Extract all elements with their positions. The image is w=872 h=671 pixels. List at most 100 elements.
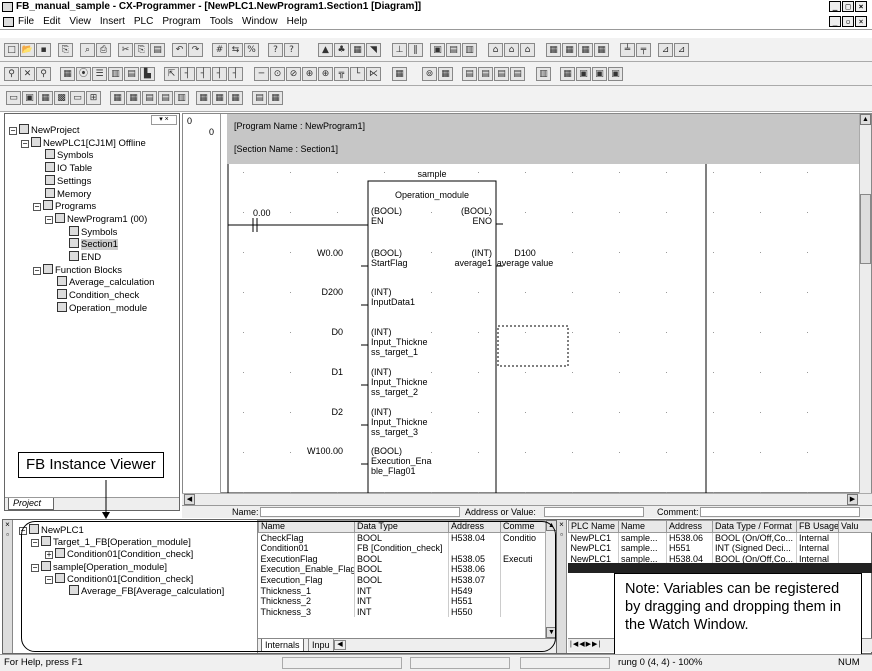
table-row[interactable]: CheckFlag BOOL H538.04 Conditio	[258, 532, 547, 544]
table-row[interactable]: Execution_Flag BOOL H538.07	[258, 574, 547, 586]
fb-tree-item-label: Target_1_FB[Operation_module]	[53, 537, 191, 549]
watch-table: PLC Name Name Address Data Type / Format FB …	[568, 520, 872, 565]
table-row[interactable]: Condition01 FB [Condition_check]	[258, 543, 547, 554]
table-cell: CheckFlag	[258, 532, 355, 544]
table-cell	[500, 606, 547, 618]
table-cell: Thickness_3	[258, 606, 355, 618]
fb-icon	[41, 536, 51, 547]
table-cell	[500, 585, 547, 597]
fb-variables-table: Name Data Type Address Comme CheckFlag BOOL H5…	[258, 520, 547, 618]
fb-tree-item-label: NewPLC1	[41, 525, 84, 536]
table-cell	[838, 532, 872, 544]
fb-icon	[41, 560, 51, 571]
tree-expander[interactable]: −	[31, 539, 39, 548]
table-row[interactable]: Execution_Enable_Flag BOOL H538.06	[258, 564, 547, 575]
column-header[interactable]: FB Usage	[796, 520, 839, 533]
column-header[interactable]: Name	[258, 520, 355, 533]
fb-instance-viewer: × ▫ − NewPLC1− Target_1_FB[Operation_module…	[2, 519, 558, 654]
tree-expander[interactable]: −	[31, 563, 39, 572]
fb-table-tabs: Internals Inpu ◀	[258, 638, 558, 653]
status-num: NUM	[838, 657, 860, 668]
table-cell: Internal	[796, 543, 839, 554]
fb-variables-panel: Name Data Type Address Comme CheckFlag BOOL H5…	[257, 520, 558, 653]
status-rung: rung 0 (4, 4) - 100%	[618, 657, 703, 668]
column-header[interactable]: Address	[666, 520, 713, 533]
table-cell: Thickness_1	[258, 585, 355, 597]
tree-expander[interactable]: −	[19, 527, 27, 535]
fb-tree-item[interactable]: + Condition01[Condition_check]	[45, 548, 193, 561]
table-cell: H550	[448, 606, 501, 618]
fb-tree-item[interactable]: − Condition01[Condition_check]	[45, 572, 194, 586]
table-row[interactable]: ExecutionFlag BOOL H538.05 Executi	[258, 553, 547, 565]
fb-tree-item-label: Condition01[Condition_check]	[67, 573, 194, 585]
table-cell: INT	[354, 585, 449, 597]
fb-icon	[55, 548, 65, 559]
table-cell: Conditio	[500, 532, 547, 544]
table-cell	[838, 543, 872, 554]
table-cell: BOOL	[354, 532, 449, 544]
table-cell: Executi	[500, 553, 547, 565]
fb-icon	[55, 572, 65, 583]
tree-expander[interactable]: −	[45, 575, 53, 584]
watch-gripper[interactable]: × ▫	[557, 520, 567, 653]
table-cell: INT (Signed Deci...	[712, 543, 797, 554]
tab-scroll-left[interactable]: ◀	[334, 640, 346, 650]
tree-expander[interactable]: +	[45, 551, 53, 560]
table-cell: H538.06	[666, 532, 713, 544]
table-cell: H538.04	[448, 532, 501, 544]
table-cell	[500, 543, 547, 554]
table-cell: BOOL	[354, 574, 449, 586]
fb-tree-item[interactable]: Average_FB[Average_calculation]	[69, 585, 224, 598]
table-cell: BOOL	[354, 564, 449, 575]
column-header[interactable]: Comme	[500, 520, 547, 533]
column-header[interactable]: PLC Name	[568, 520, 619, 533]
table-row[interactable]: NewPLC1 sample... H538.06 BOOL (On/Off,Co..…	[568, 532, 872, 544]
table-cell: H538.07	[448, 574, 501, 586]
table-cell: Internal	[796, 532, 839, 544]
table-cell: Condition01	[258, 543, 355, 554]
table-row[interactable]: Thickness_2 INT H551	[258, 596, 547, 607]
tab-internals[interactable]: Internals	[261, 639, 304, 652]
fb-tree-item[interactable]: − NewPLC1	[19, 524, 84, 537]
table-cell: H551	[448, 596, 501, 607]
table-cell: Execution_Flag	[258, 574, 355, 586]
table-cell: Execution_Enable_Flag	[258, 564, 355, 575]
table-cell: H538.06	[448, 564, 501, 575]
table-row[interactable]: Thickness_3 INT H550	[258, 606, 547, 618]
table-cell	[500, 564, 547, 575]
watch-note-callout: Note: Variables can be registered by dra…	[614, 573, 862, 655]
fb-icon	[69, 585, 79, 595]
fb-tree-item-label: Condition01[Condition_check]	[67, 549, 194, 561]
table-cell: NewPLC1	[568, 532, 619, 544]
table-cell: BOOL (On/Off,Co...	[712, 532, 797, 544]
table-cell: Thickness_2	[258, 596, 355, 607]
table-cell	[448, 543, 501, 554]
table-cell: sample...	[618, 532, 667, 544]
table-cell: H538.05	[448, 553, 501, 565]
watch-tab-scroll[interactable]: |◀◀▶▶|	[570, 640, 610, 651]
table-cell: ExecutionFlag	[258, 553, 355, 565]
column-header[interactable]: Data Type	[354, 520, 449, 533]
tab-inputs[interactable]: Inpu	[308, 639, 334, 652]
fb-tree-item[interactable]: − Target_1_FB[Operation_module]	[31, 536, 191, 549]
table-cell: INT	[354, 606, 449, 618]
plc-icon	[29, 524, 39, 534]
fb-tree-item-label: sample[Operation_module]	[53, 561, 168, 573]
table-cell: H549	[448, 585, 501, 597]
column-header[interactable]: Data Type / Format	[712, 520, 797, 533]
table-cell	[500, 574, 547, 586]
table-cell: FB [Condition_check]	[354, 543, 449, 554]
fb-tree-item[interactable]: − sample[Operation_module]	[31, 560, 168, 574]
column-header[interactable]: Address	[448, 520, 501, 533]
column-header[interactable]: Name	[618, 520, 667, 533]
table-cell: INT	[354, 596, 449, 607]
status-help: For Help, press F1	[4, 657, 83, 668]
column-header[interactable]: Valu	[838, 520, 872, 533]
status-bar: For Help, press F1 rung 0 (4, 4) - 100% …	[0, 654, 872, 671]
watch-selected-row[interactable]	[568, 563, 872, 573]
viewer-gripper[interactable]: × ▫	[3, 520, 13, 653]
table-row[interactable]: Thickness_1 INT H549	[258, 585, 547, 597]
table-cell: NewPLC1	[568, 543, 619, 554]
table-cell: sample...	[618, 543, 667, 554]
table-row[interactable]: NewPLC1 sample... H551 INT (Signed Deci... I…	[568, 543, 872, 554]
